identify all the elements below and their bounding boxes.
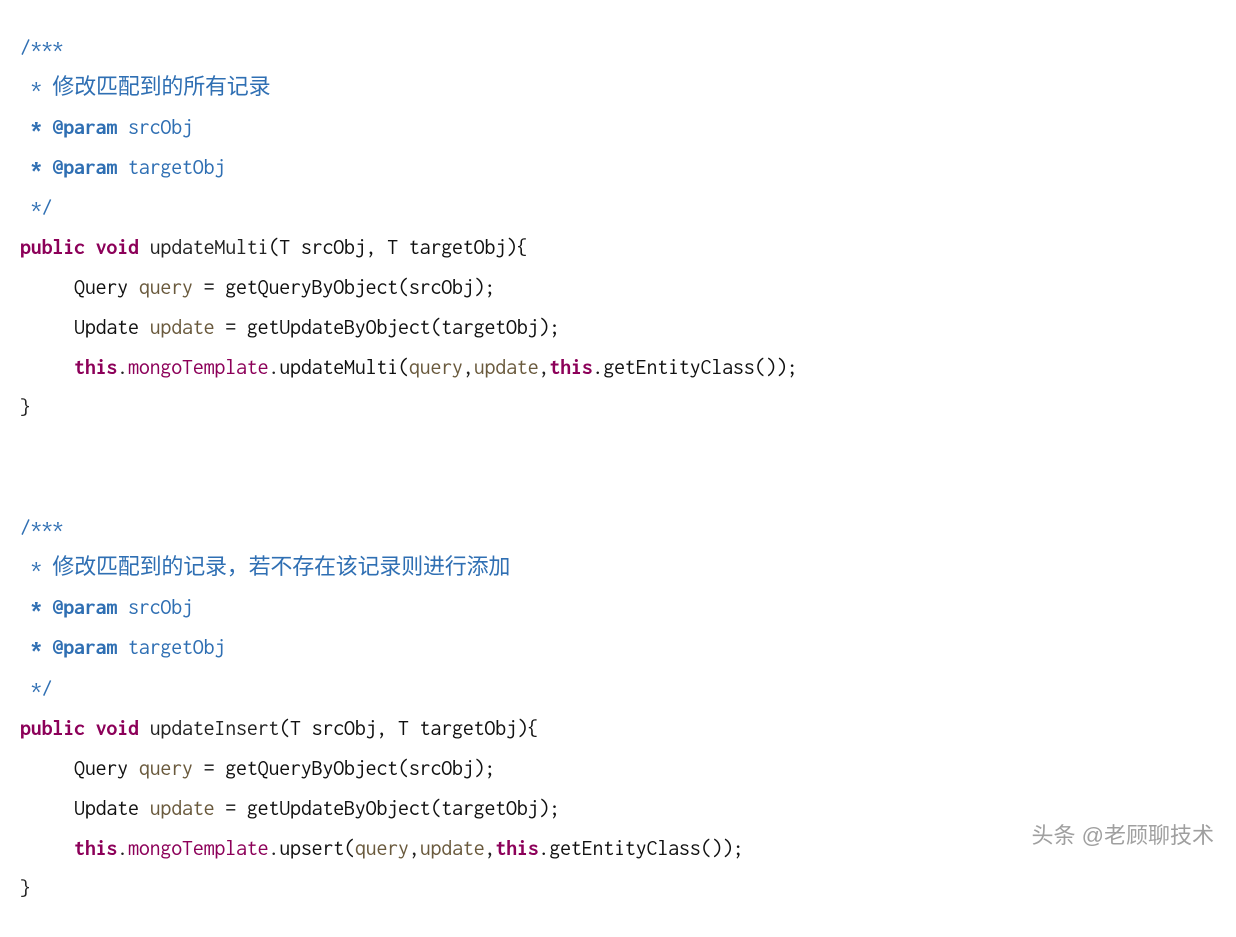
method-name: updateMulti — [139, 236, 269, 259]
javadoc-close: */ — [20, 196, 52, 219]
type-query: Query — [74, 757, 128, 780]
expr: = getUpdateByObject(targetObj); — [214, 797, 560, 820]
arg: update — [420, 837, 485, 860]
keyword-public: public — [20, 717, 85, 740]
var-update: update — [139, 316, 215, 339]
javadoc-param-name: srcObj — [117, 116, 193, 139]
expr: = getQueryByObject(srcObj); — [193, 757, 495, 780]
call: upsert( — [279, 837, 355, 860]
call: updateMulti( — [279, 356, 409, 379]
var-query: query — [128, 276, 193, 299]
keyword-this: this — [74, 356, 117, 379]
expr: = getQueryByObject(srcObj); — [193, 276, 495, 299]
javadoc-param-name: targetObj — [117, 156, 225, 179]
arg: query — [355, 837, 409, 860]
comma: , — [539, 356, 550, 379]
dot: . — [268, 356, 279, 379]
brace-close: } — [20, 396, 31, 419]
comma: , — [485, 837, 496, 860]
keyword-public: public — [20, 236, 85, 259]
method-params: (T srcObj, T targetObj){ — [279, 717, 538, 740]
javadoc-open: /*** — [20, 516, 63, 539]
javadoc-param-tag: * @param — [20, 116, 117, 139]
method-name: updateInsert — [139, 717, 279, 740]
arg: query — [409, 356, 463, 379]
keyword-void: void — [96, 717, 139, 740]
expr-tail: .getEntityClass()); — [593, 356, 798, 379]
dot: . — [117, 356, 128, 379]
code-block: /*** * 修改匹配到的所有记录 * @param srcObj * @par… — [20, 28, 1216, 909]
keyword-this: this — [495, 837, 538, 860]
dot: . — [268, 837, 279, 860]
javadoc-param-tag: * @param — [20, 596, 117, 619]
keyword-this: this — [549, 356, 592, 379]
keyword-void: void — [96, 236, 139, 259]
var-query: query — [128, 757, 193, 780]
brace-close: } — [20, 877, 31, 900]
javadoc-param-tag: * @param — [20, 156, 117, 179]
javadoc-param-name: srcObj — [117, 596, 193, 619]
javadoc-open: /*** — [20, 36, 63, 59]
type-query: Query — [74, 276, 128, 299]
type-update: Update — [74, 316, 139, 339]
expr: = getUpdateByObject(targetObj); — [214, 316, 560, 339]
field-mongotemplate: mongoTemplate — [128, 837, 268, 860]
dot: . — [117, 837, 128, 860]
var-update: update — [139, 797, 215, 820]
javadoc-param-tag: * @param — [20, 636, 117, 659]
expr-tail: .getEntityClass()); — [539, 837, 744, 860]
javadoc-close: */ — [20, 677, 52, 700]
javadoc-desc: * 修改匹配到的记录，若不存在该记录则进行添加 — [20, 556, 510, 579]
javadoc-desc: * 修改匹配到的所有记录 — [20, 76, 270, 99]
type-update: Update — [74, 797, 139, 820]
method-params: (T srcObj, T targetObj){ — [268, 236, 527, 259]
javadoc-param-name: targetObj — [117, 636, 225, 659]
comma: , — [463, 356, 474, 379]
field-mongotemplate: mongoTemplate — [128, 356, 268, 379]
comma: , — [409, 837, 420, 860]
keyword-this: this — [74, 837, 117, 860]
arg: update — [474, 356, 539, 379]
